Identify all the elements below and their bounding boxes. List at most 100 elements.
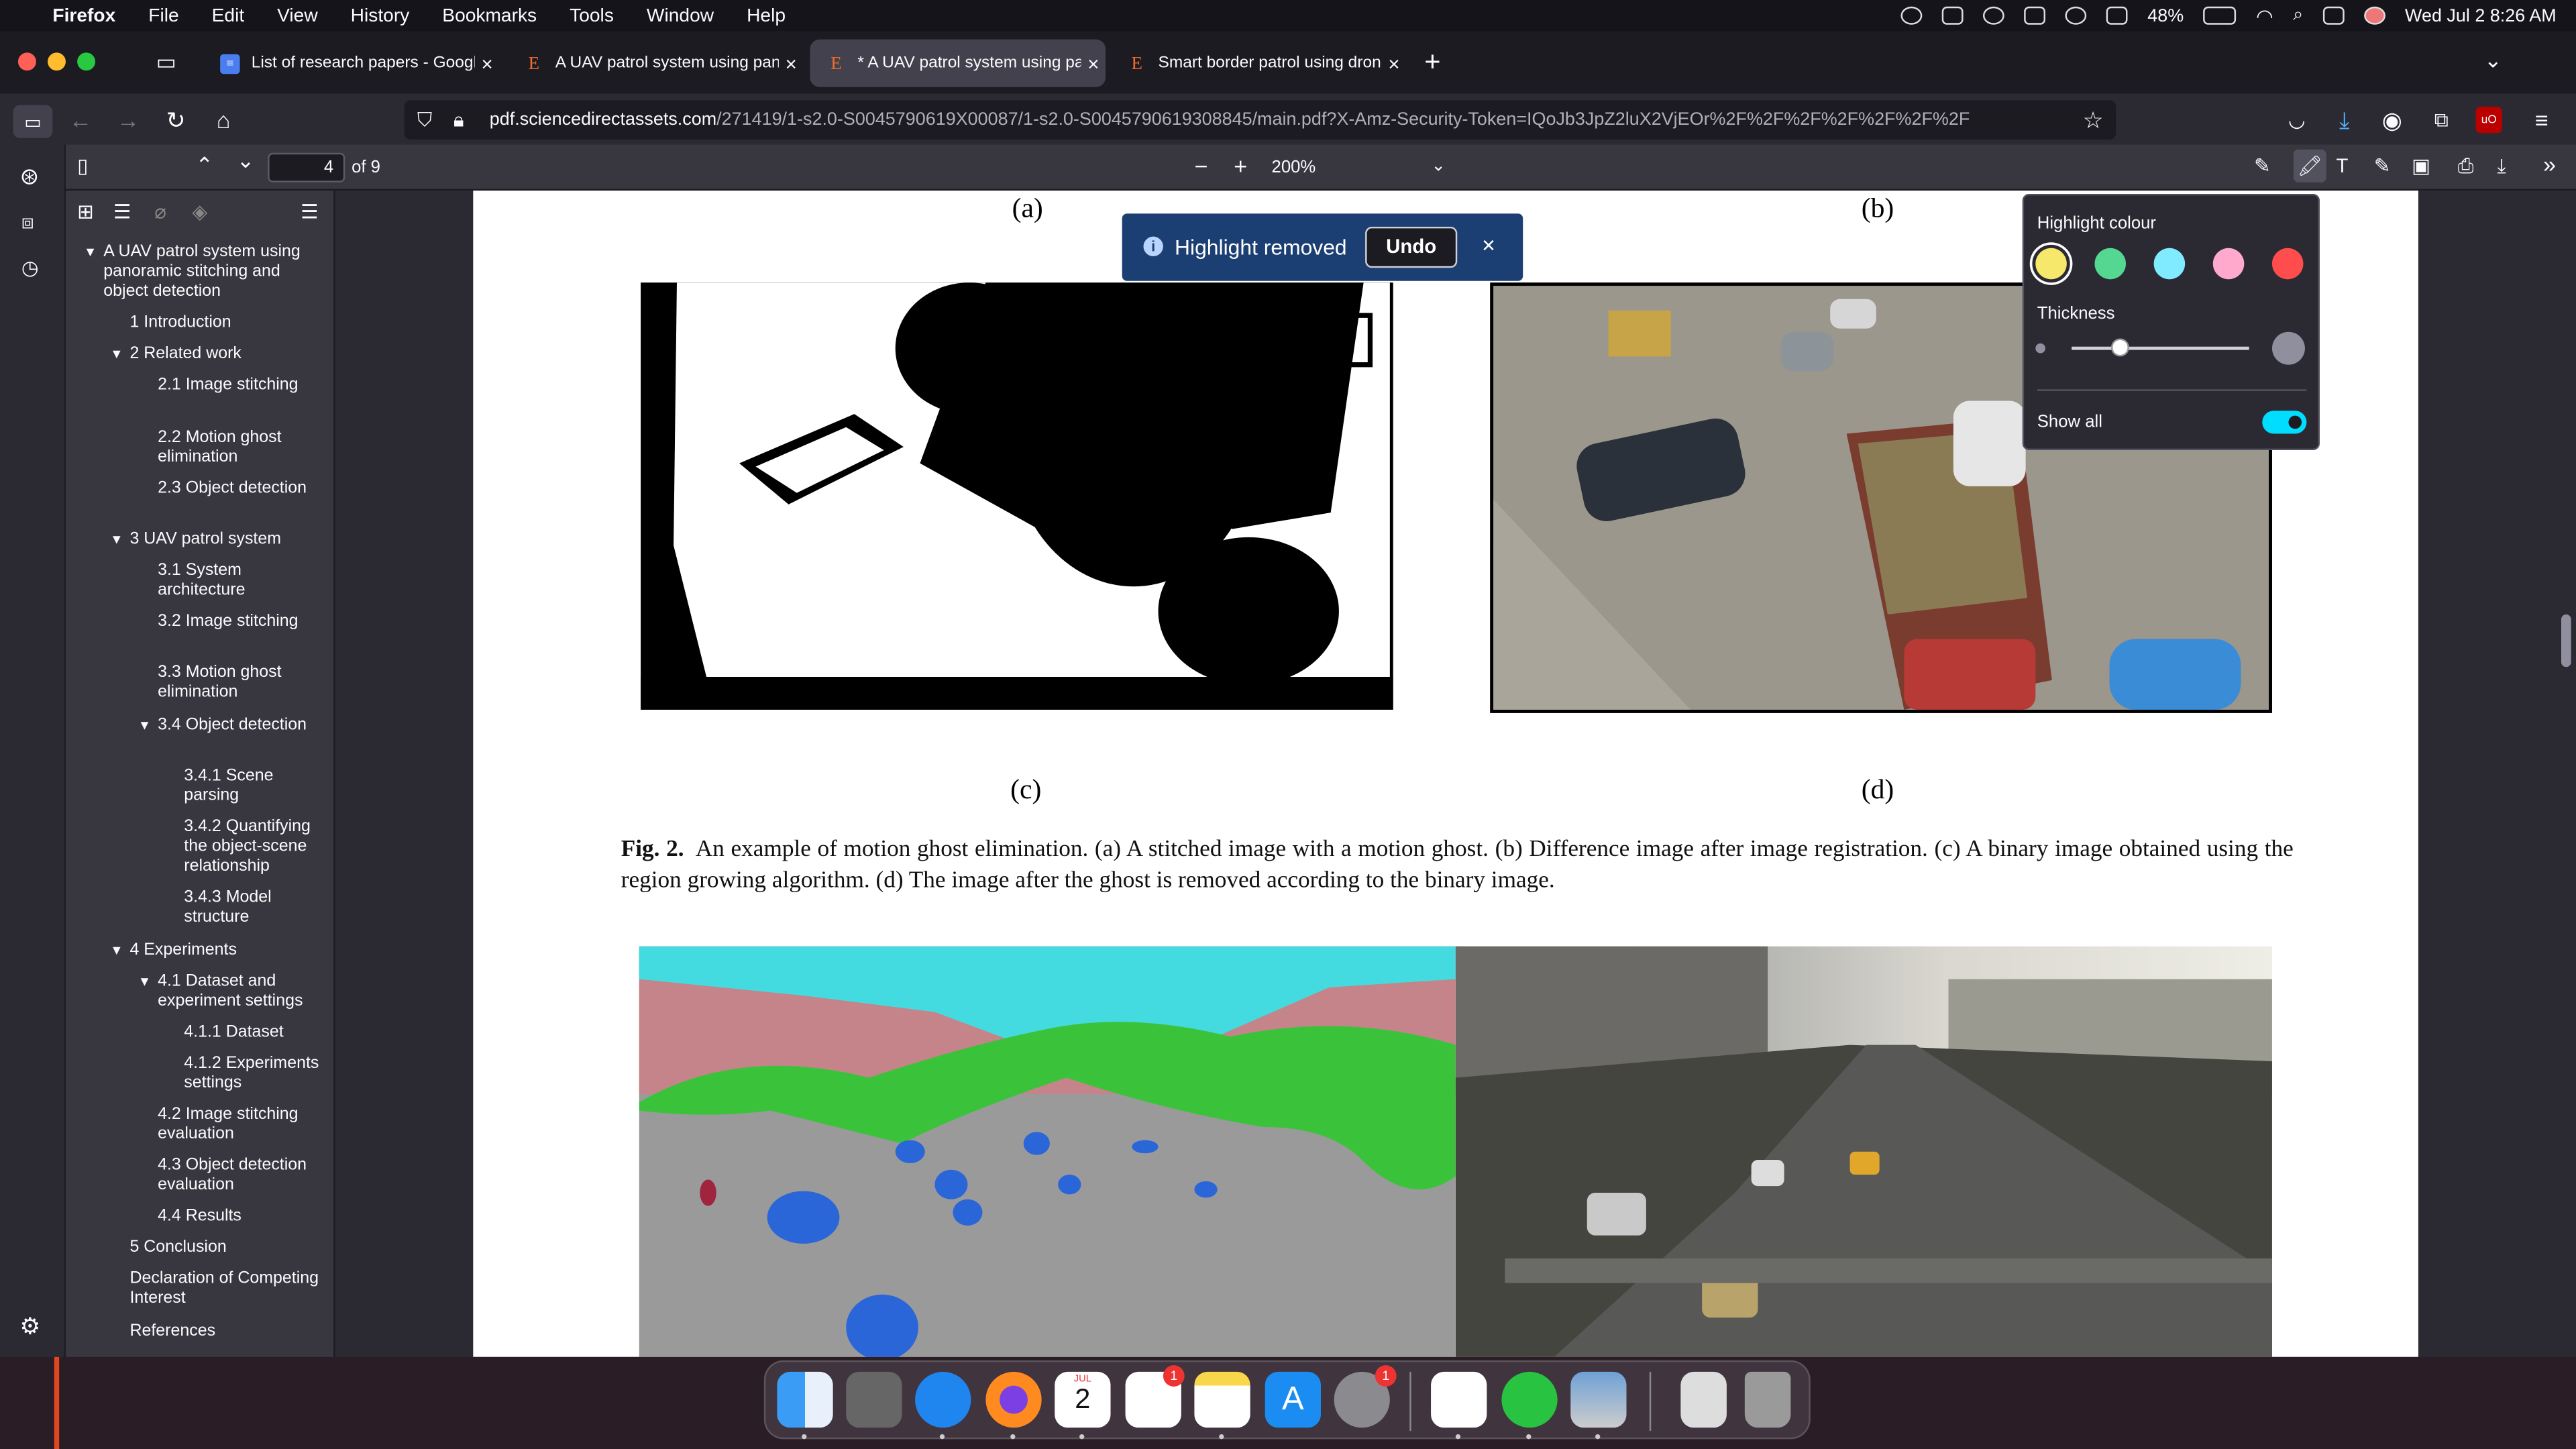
show-all-toggle[interactable]	[2262, 411, 2307, 434]
highlight-colour-swatch[interactable]	[2212, 248, 2245, 280]
menu-view[interactable]: View	[277, 6, 318, 25]
menu-tools[interactable]: Tools	[570, 6, 614, 25]
documents-stack-icon[interactable]	[1680, 1371, 1727, 1428]
outline-item[interactable]: 2.3 Object detection	[158, 480, 325, 499]
highlight-colour-swatch[interactable]	[2153, 248, 2186, 280]
outline-item[interactable]: 2.1 Image stitching	[158, 377, 325, 396]
outline-item[interactable]: ▼ 3 UAV patrol system	[110, 531, 327, 550]
outline-view-icon[interactable]: ☰	[113, 201, 131, 223]
account-icon[interactable]: ◉	[2377, 105, 2407, 135]
printer-status-icon[interactable]	[1942, 6, 1964, 25]
synced-tabs-icon[interactable]: ⧈	[21, 210, 34, 235]
firefox-icon[interactable]	[985, 1371, 1042, 1428]
minimize-window-button[interactable]	[48, 52, 66, 71]
undo-button[interactable]: Undo	[1365, 226, 1458, 268]
play-status-icon[interactable]	[1983, 6, 2005, 25]
next-page-chevron-down-icon[interactable]: ⌄	[237, 148, 255, 174]
tab-overview-icon[interactable]: ▭	[156, 49, 176, 75]
close-tab-icon[interactable]: ×	[786, 52, 797, 74]
outline-item[interactable]: 3.3 Motion ghost elimination	[158, 664, 325, 704]
history-clock-icon[interactable]: ◷	[21, 256, 39, 279]
close-toast-icon[interactable]: ×	[1482, 231, 1495, 258]
sidebar-toggle-icon[interactable]: ▭	[13, 105, 53, 138]
forward-arrow-icon[interactable]: →	[113, 105, 143, 135]
save-download-icon[interactable]: ⤓	[2497, 154, 2506, 179]
tab-uav-patrol-1[interactable]: E A UAV patrol system using pano ×	[508, 40, 804, 87]
sidebar-settings-gear-icon[interactable]: ⚙	[19, 1313, 40, 1341]
zoom-in-plus-icon[interactable]: +	[1234, 153, 1247, 179]
outline-item[interactable]: 4.4 Results	[158, 1208, 325, 1228]
hamburger-menu-icon[interactable]: ≡	[2527, 105, 2557, 135]
openai-status-icon[interactable]	[1900, 6, 1923, 25]
outline-item[interactable]: 4.3 Object detection evaluation	[158, 1157, 325, 1197]
url-bar[interactable]: ⛉ 🔒︎ pdf.sciencedirectassets.com/271419/…	[404, 100, 2116, 140]
sign-document-icon[interactable]: ✎	[2254, 154, 2271, 177]
menu-edit[interactable]: Edit	[212, 6, 245, 25]
page-number-input[interactable]: 4	[268, 152, 345, 182]
thumbnails-view-icon[interactable]: ⊞	[77, 201, 94, 223]
outline-item[interactable]: 4.1.2 Experiments settings	[184, 1055, 329, 1094]
control-center-icon[interactable]	[2322, 6, 2345, 25]
attachments-view-icon[interactable]: ⌀	[154, 201, 166, 223]
outline-item[interactable]: 5 Conclusion	[129, 1240, 327, 1259]
outline-item[interactable]: 4.2 Image stitching evaluation	[158, 1106, 325, 1145]
outline-item[interactable]: 4.1.1 Dataset	[184, 1023, 329, 1042]
tools-overflow-chevron-icon[interactable]: »	[2543, 151, 2556, 177]
add-image-icon[interactable]: ▣	[2412, 154, 2430, 177]
outline-item[interactable]: 1 Introduction	[129, 315, 327, 334]
chatgpt-icon[interactable]	[1431, 1371, 1487, 1428]
close-tab-icon[interactable]: ×	[1388, 52, 1399, 74]
expand-triangle-icon[interactable]: ▼	[110, 941, 123, 960]
outline-item[interactable]: References	[129, 1322, 327, 1341]
outline-item[interactable]: ▼ 4 Experiments	[110, 941, 327, 960]
outline-item[interactable]: 3.4.2 Quantifying the object-scene relat…	[184, 818, 329, 877]
new-tab-plus-icon[interactable]: +	[1424, 46, 1440, 79]
print-icon[interactable]: ⎙	[2458, 154, 2474, 179]
lock-icon[interactable]: 🔒︎	[453, 109, 464, 133]
tracking-shield-icon[interactable]: ⛉	[417, 109, 432, 133]
safari-icon[interactable]	[915, 1371, 971, 1428]
menu-history[interactable]: History	[351, 6, 410, 25]
display-status-icon[interactable]	[2024, 6, 2046, 25]
highlight-tool-icon[interactable]: 🖍︎	[2293, 149, 2326, 182]
calendar-icon[interactable]: JUL 2	[1055, 1371, 1111, 1428]
menu-window[interactable]: Window	[647, 6, 714, 25]
outline-item[interactable]: ▼ 3.4 Object detection	[138, 716, 325, 735]
thickness-slider[interactable]	[2072, 338, 2249, 357]
toggle-pdf-sidebar-icon[interactable]: ▯	[77, 154, 88, 177]
outline-item[interactable]: 2.2 Motion ghost elimination	[158, 428, 325, 468]
menu-app-firefox[interactable]: Firefox	[52, 6, 115, 25]
menubar-clock[interactable]: Wed Jul 2 8:26 AM	[2405, 6, 2557, 25]
layers-status-icon[interactable]	[2106, 6, 2128, 25]
expand-triangle-icon[interactable]: ▼	[138, 972, 151, 991]
vertical-scrollbar-thumb[interactable]	[2561, 614, 2571, 667]
menu-help[interactable]: Help	[747, 6, 786, 25]
expand-triangle-icon[interactable]: ▼	[84, 243, 97, 262]
contrast-status-icon[interactable]	[2065, 6, 2087, 25]
outline-item[interactable]: Declaration of Competing Interest	[129, 1271, 327, 1310]
expand-triangle-icon[interactable]: ▼	[110, 345, 123, 365]
outline-item[interactable]: 3.4.3 Model structure	[184, 890, 329, 929]
close-tab-icon[interactable]: ×	[482, 52, 493, 74]
ublock-origin-icon[interactable]: uO	[2475, 107, 2502, 133]
expand-triangle-icon[interactable]: ▼	[138, 716, 151, 735]
tab-research-papers[interactable]: ≡ List of research papers - Googl ×	[204, 40, 500, 87]
chatgpt-sidebar-icon[interactable]: ⊛	[19, 162, 39, 191]
downloads-icon[interactable]: ⤓	[2330, 105, 2359, 135]
tab-uav-patrol-active[interactable]: E * A UAV patrol system using par ×	[810, 39, 1106, 87]
preview-icon[interactable]	[1570, 1371, 1627, 1428]
zoom-out-minus-icon[interactable]: −	[1194, 153, 1208, 179]
outline-item[interactable]: ▼ A UAV patrol system using panoramic sti…	[84, 243, 325, 302]
whatsapp-icon[interactable]	[1501, 1371, 1558, 1428]
tab-smart-border-patrol[interactable]: E Smart border patrol using drone ×	[1111, 40, 1407, 87]
highlight-colour-swatch[interactable]	[2035, 248, 2067, 280]
highlight-colour-swatch[interactable]	[2094, 248, 2127, 280]
spotlight-search-icon[interactable]: ⌕	[2293, 5, 2303, 26]
thickness-slider-thumb[interactable]	[2111, 338, 2130, 357]
expand-triangle-icon[interactable]: ▼	[110, 531, 123, 550]
wifi-icon[interactable]: ◠	[2256, 4, 2273, 27]
layers-view-icon[interactable]: ◈	[193, 201, 208, 223]
extensions-icon[interactable]: ⧉	[2426, 105, 2456, 135]
outline-item[interactable]: 3.1 System architecture	[158, 562, 325, 602]
previous-page-chevron-up-icon[interactable]: ⌃	[195, 153, 213, 179]
